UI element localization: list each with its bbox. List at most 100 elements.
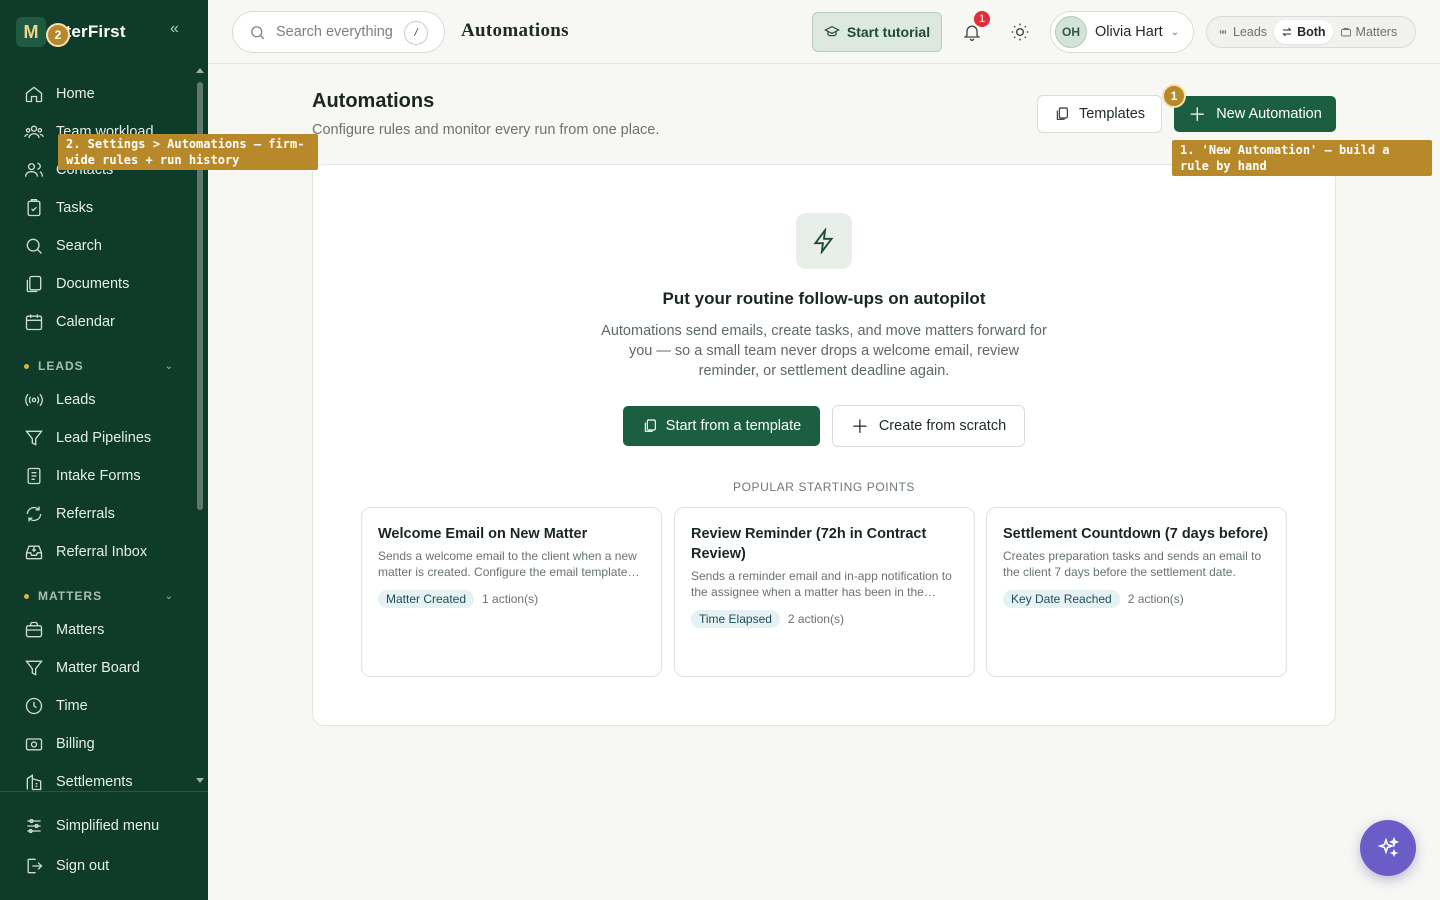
template-card-welcome-email[interactable]: Welcome Email on New Matter Sends a welc… — [361, 507, 662, 677]
sidebar-item-tasks[interactable]: Tasks — [12, 191, 188, 225]
tutorial-callout-step-2: 2. Settings > Automations — firm-wide ru… — [58, 134, 318, 170]
empty-state-description: Automations send emails, create tasks, a… — [601, 323, 1047, 379]
templates-label: Templates — [1078, 106, 1146, 122]
template-title: Review Reminder (72h in Contract Review) — [691, 526, 927, 562]
sidebar-item-home[interactable]: Home — [12, 77, 188, 111]
sidebar-item-label: Lead Pipelines — [56, 430, 152, 446]
template-title: Settlement Countdown (7 days before) — [1003, 526, 1269, 542]
sidebar-item-label: Calendar — [56, 314, 115, 330]
sidebar-item-referral-inbox[interactable]: Referral Inbox — [12, 535, 188, 569]
sidebar-item-simplified-menu[interactable]: Simplified menu — [12, 809, 188, 843]
theme-toggle-sun-icon[interactable] — [1010, 22, 1030, 42]
template-card-review-reminder[interactable]: Review Reminder (72h in Contract Review)… — [674, 507, 975, 677]
sidebar-item-label: Intake Forms — [56, 468, 141, 484]
chevron-down-icon: ⌄ — [164, 590, 174, 602]
action-count: 1 action(s) — [482, 592, 539, 606]
broadcast-icon — [1219, 29, 1227, 35]
search-icon — [26, 238, 42, 254]
user-name: Olivia Hart — [1095, 24, 1163, 40]
search-icon — [251, 25, 265, 39]
home-icon — [25, 86, 43, 103]
collapse-sidebar-icon[interactable]: « — [170, 20, 188, 38]
tutorial-step-1-marker[interactable]: 1 — [1162, 84, 1186, 108]
sidebar-item-sign-out[interactable]: Sign out — [12, 849, 188, 883]
filter-icon — [25, 430, 43, 446]
board-icon — [25, 660, 43, 676]
trigger-badge: Key Date Reached — [1003, 590, 1120, 608]
sidebar-item-label: Time — [56, 698, 88, 714]
page-title: Automations — [312, 90, 435, 112]
search-placeholder: Search everything — [276, 24, 393, 40]
sidebar-item-documents[interactable]: Documents — [12, 267, 188, 301]
sidebar-item-label: Leads — [56, 392, 96, 408]
logo-mark: M — [16, 17, 46, 47]
sidebar-item-intake-forms[interactable]: Intake Forms — [12, 459, 188, 493]
empty-state-title: Put your routine follow-ups on autopilot — [662, 289, 986, 308]
mode-leads[interactable]: Leads — [1210, 20, 1274, 44]
sidebar-item-matters[interactable]: Matters — [12, 613, 188, 647]
mode-label: Leads — [1233, 25, 1268, 39]
broadcast-icon — [25, 393, 43, 407]
sidebar-item-label: Simplified menu — [56, 818, 160, 834]
building-icon — [26, 774, 42, 791]
mode-label: Both — [1297, 25, 1326, 39]
top-bar: Search everything / Automations Start tu… — [208, 0, 1440, 64]
sign-out-icon — [27, 858, 43, 874]
section-leads[interactable]: LEADS ⌄ — [24, 356, 174, 376]
section-dot — [24, 363, 29, 369]
mode-label: Matters — [1355, 25, 1398, 39]
inbox-icon — [25, 545, 43, 560]
trigger-badge: Matter Created — [378, 590, 475, 608]
sidebar-item-referrals[interactable]: Referrals — [12, 497, 188, 531]
mode-matters[interactable]: Matters — [1333, 20, 1405, 44]
user-menu[interactable]: OH Olivia Hart ⌄ — [1050, 11, 1194, 53]
refresh-icon — [26, 506, 42, 522]
sidebar-item-label: Billing — [56, 736, 95, 752]
sidebar-item-lead-pipelines[interactable]: Lead Pipelines — [12, 421, 188, 455]
template-description: Sends a reminder email and in-app notifi… — [691, 569, 952, 599]
swap-icon — [1282, 27, 1292, 37]
template-card-settlement-countdown[interactable]: Settlement Countdown (7 days before) Cre… — [986, 507, 1287, 677]
create-from-scratch-button[interactable]: ＋ Create from scratch — [832, 405, 1025, 447]
sidebar-item-search[interactable]: Search — [12, 229, 188, 263]
scroll-down-arrow[interactable] — [196, 778, 204, 783]
section-dot — [24, 593, 29, 599]
calendar-icon — [25, 314, 43, 331]
sidebar-item-label: Tasks — [56, 200, 94, 216]
page-heading: Automations — [461, 20, 569, 41]
templates-button[interactable]: Templates — [1037, 95, 1162, 133]
tutorial-label: Start tutorial — [846, 24, 931, 40]
sliders-icon — [27, 818, 41, 834]
ai-assistant-button[interactable] — [1360, 820, 1416, 876]
page-subtitle: Configure rules and monitor every run fr… — [312, 122, 660, 138]
search-shortcut-key: / — [404, 21, 428, 45]
start-tutorial-button[interactable]: Start tutorial — [812, 12, 942, 52]
billing-icon — [25, 738, 43, 751]
global-search-input[interactable]: Search everything / — [232, 11, 445, 53]
template-description: Creates preparation tasks and sends an e… — [1003, 549, 1262, 579]
scratch-label: Create from scratch — [878, 418, 1007, 434]
section-matters[interactable]: MATTERS ⌄ — [24, 586, 174, 606]
sidebar-item-label: Documents — [56, 276, 130, 292]
sidebar-item-label: Home — [56, 86, 95, 102]
sidebar-item-label: Search — [56, 238, 102, 254]
trigger-badge: Time Elapsed — [691, 610, 780, 628]
sparkles-icon — [1377, 836, 1400, 858]
sidebar-item-matter-board[interactable]: Matter Board — [12, 651, 188, 685]
sidebar-item-time[interactable]: Time — [12, 689, 188, 723]
chevron-down-icon: ⌄ — [164, 360, 174, 372]
sidebar-item-billing[interactable]: Billing — [12, 727, 188, 761]
app-logo[interactable]: M atterFirst — [16, 16, 126, 48]
new-automation-button[interactable]: ＋ New Automation — [1174, 96, 1336, 132]
documents-icon — [26, 275, 42, 293]
briefcase-icon — [25, 621, 43, 638]
sidebar-item-calendar[interactable]: Calendar — [12, 305, 188, 339]
tutorial-step-2-marker[interactable]: 2 — [46, 23, 70, 47]
sidebar-item-settlements[interactable]: Settlements — [12, 765, 188, 799]
start-from-template-button[interactable]: Start from a template — [623, 406, 820, 446]
sidebar-item-leads[interactable]: Leads — [12, 383, 188, 417]
action-count: 2 action(s) — [1127, 592, 1184, 606]
copy-icon — [644, 419, 656, 432]
scroll-up-arrow[interactable] — [196, 68, 204, 73]
mode-both[interactable]: Both — [1274, 20, 1333, 44]
